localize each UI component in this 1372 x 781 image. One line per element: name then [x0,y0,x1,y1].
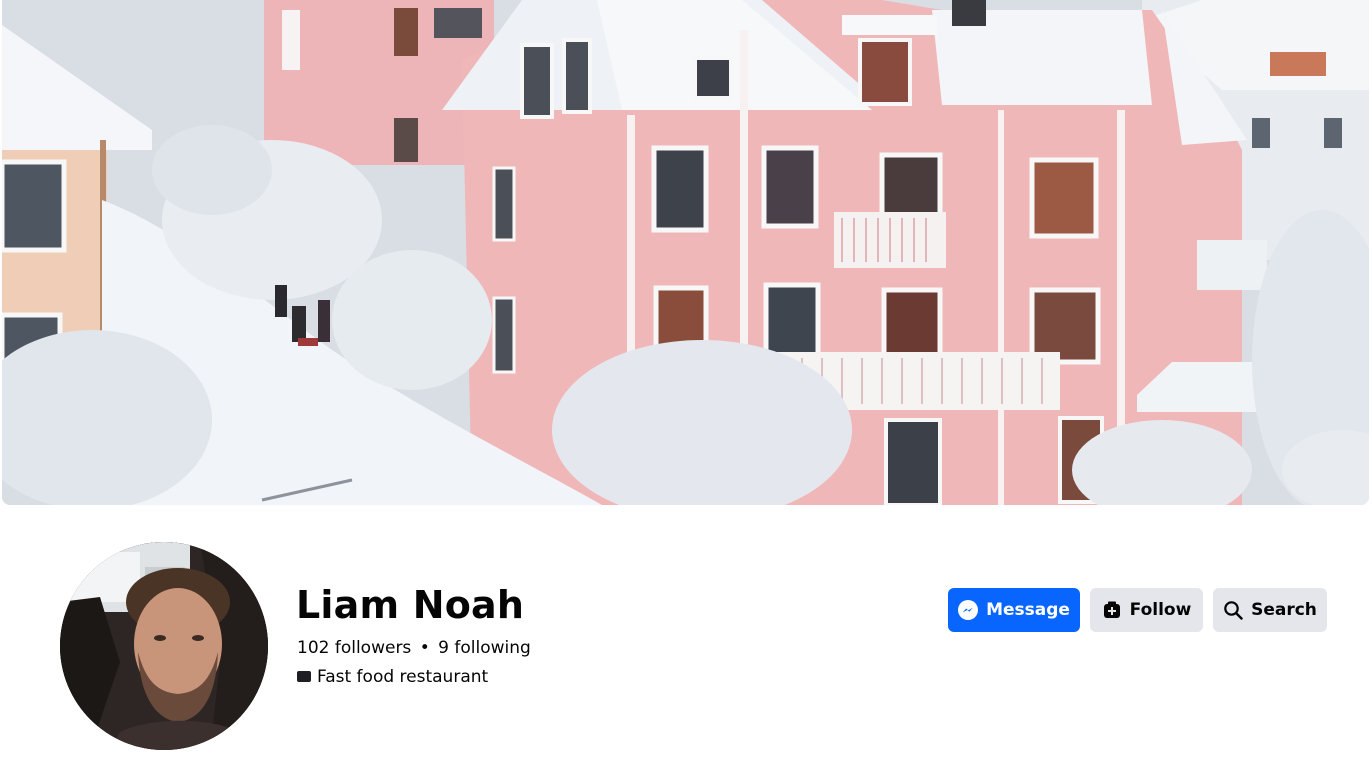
stats-separator: • [419,638,430,658]
category-label: Fast food restaurant [317,667,489,687]
profile-category: Fast food restaurant [297,667,488,687]
profile-picture-image [60,542,268,750]
cover-photo-image [2,0,1369,505]
following-count[interactable]: 9 following [438,638,531,658]
followers-count[interactable]: 102 followers [297,638,411,658]
follow-button[interactable]: Follow [1090,588,1203,632]
profile-name: Liam Noah [296,583,525,627]
cover-photo[interactable] [2,0,1369,505]
search-button[interactable]: Search [1213,588,1327,632]
search-button-label: Search [1251,600,1317,620]
message-button[interactable]: Message [948,588,1080,632]
profile-picture [60,542,268,750]
messenger-icon [958,600,979,620]
profile-picture-frame[interactable] [58,540,270,752]
search-icon [1223,600,1243,620]
message-button-label: Message [986,600,1070,620]
follow-button-label: Follow [1129,600,1192,620]
follow-stats: 102 followers • 9 following [297,638,531,658]
add-friend-icon [1102,600,1122,620]
briefcase-icon [297,670,311,682]
